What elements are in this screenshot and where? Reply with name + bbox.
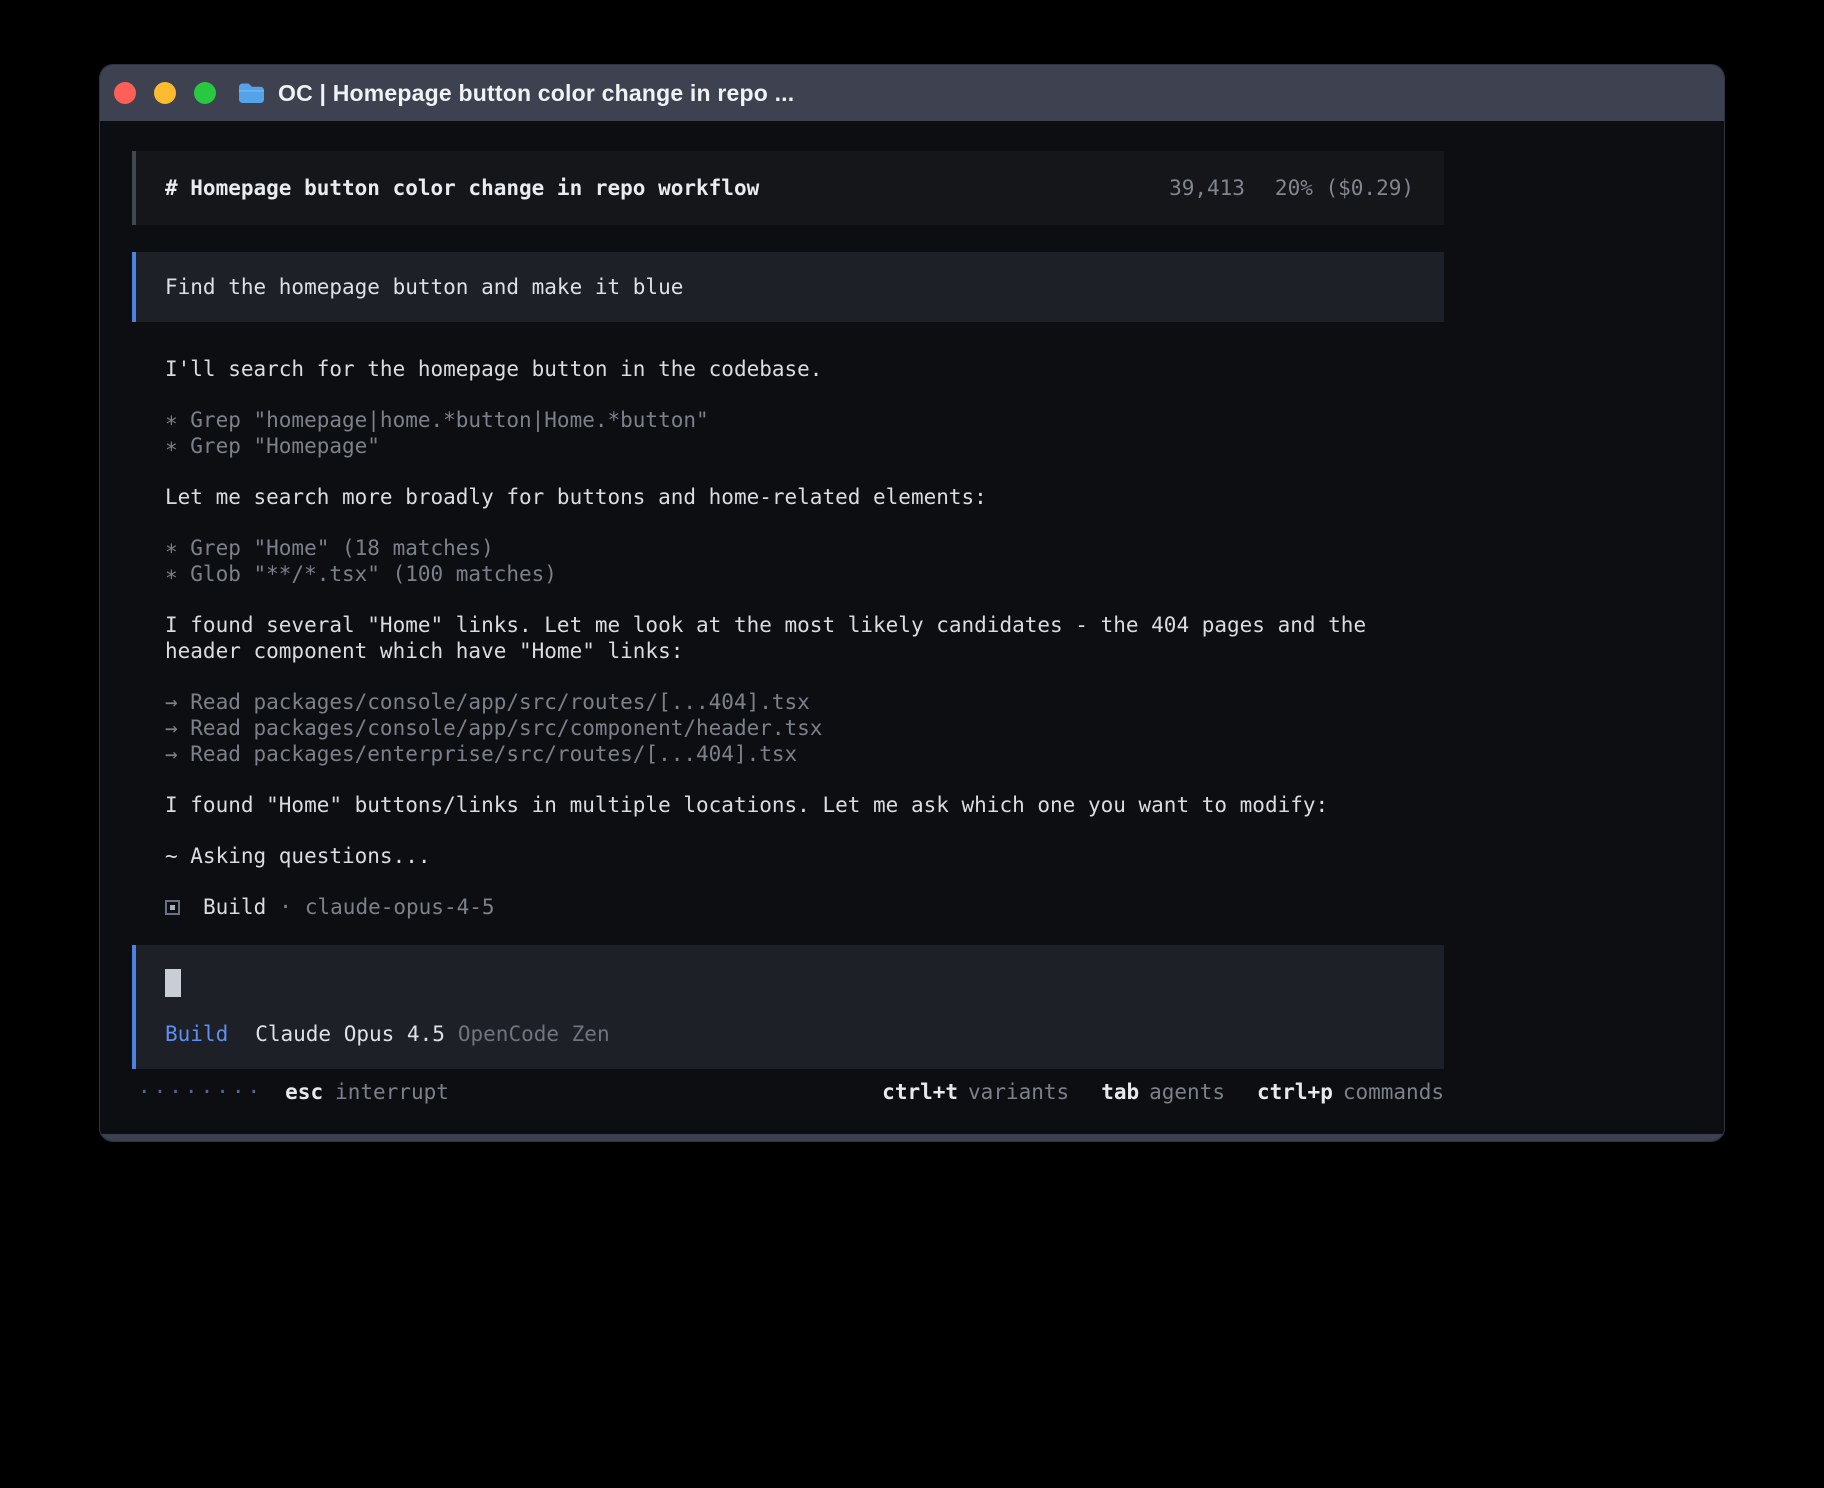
agent-status-line: Build · claude-opus-4-5 bbox=[165, 894, 1444, 920]
tool-call-read: → Read packages/console/app/src/routes/[… bbox=[165, 689, 1444, 715]
token-count: 39,413 bbox=[1169, 175, 1245, 201]
tool-call-group: ∗ Grep "homepage|home.*button|Home.*butt… bbox=[165, 407, 1444, 459]
folder-icon bbox=[238, 82, 265, 104]
tool-call-grep: ∗ Grep "Home" (18 matches) bbox=[165, 535, 1444, 561]
assistant-text: I found several "Home" links. Let me loo… bbox=[165, 612, 1405, 664]
esc-key-label: interrupt bbox=[335, 1079, 449, 1105]
spinner-dots-icon: ········ bbox=[138, 1079, 263, 1105]
user-message: Find the homepage button and make it blu… bbox=[132, 252, 1444, 322]
editor-model: Claude Opus 4.5 bbox=[255, 1021, 445, 1047]
window-titlebar[interactable]: OC | Homepage button color change in rep… bbox=[100, 65, 1724, 121]
tool-call-read: → Read packages/console/app/src/componen… bbox=[165, 715, 1444, 741]
context-usage: 20% ($0.29) bbox=[1275, 175, 1414, 201]
keybind-variants: ctrl+tvariants bbox=[882, 1079, 1069, 1105]
window-controls bbox=[114, 82, 216, 104]
keybind-commands: ctrl+pcommands bbox=[1257, 1079, 1444, 1105]
status-right: ctrl+tvariants tabagents ctrl+pcommands bbox=[882, 1079, 1444, 1105]
assistant-status-text: ~ Asking questions... bbox=[165, 843, 1405, 869]
session-meta: 39,413 20% ($0.29) bbox=[1169, 175, 1414, 201]
editor-provider: OpenCode Zen bbox=[458, 1021, 610, 1047]
esc-key-hint: esc bbox=[285, 1079, 323, 1105]
tool-call-grep: ∗ Grep "Homepage" bbox=[165, 433, 1444, 459]
tool-call-group: ∗ Grep "Home" (18 matches) ∗ Glob "**/*.… bbox=[165, 535, 1444, 587]
assistant-text: I'll search for the homepage button in t… bbox=[165, 356, 1405, 382]
window-title: OC | Homepage button color change in rep… bbox=[278, 80, 794, 107]
prompt-editor[interactable]: Build Claude Opus 4.5 OpenCode Zen bbox=[132, 945, 1444, 1069]
dot-separator: · bbox=[279, 894, 292, 920]
session-header: # Homepage button color change in repo w… bbox=[132, 151, 1444, 225]
assistant-text: Let me search more broadly for buttons a… bbox=[165, 484, 1405, 510]
close-button[interactable] bbox=[114, 82, 136, 104]
assistant-transcript: I'll search for the homepage button in t… bbox=[132, 356, 1444, 920]
status-left: ········ esc interrupt bbox=[138, 1079, 449, 1105]
keybind-agents: tabagents bbox=[1101, 1079, 1225, 1105]
tool-call-grep: ∗ Grep "homepage|home.*button|Home.*butt… bbox=[165, 407, 1444, 433]
agent-model: claude-opus-4-5 bbox=[305, 894, 495, 920]
build-agent-icon bbox=[165, 900, 180, 915]
zoom-button[interactable] bbox=[194, 82, 216, 104]
tui-content: # Homepage button color change in repo w… bbox=[132, 151, 1444, 1105]
editor-mode: Build bbox=[165, 1021, 228, 1047]
tool-call-glob: ∗ Glob "**/*.tsx" (100 matches) bbox=[165, 561, 1444, 587]
text-cursor bbox=[165, 969, 181, 997]
assistant-text: I found "Home" buttons/links in multiple… bbox=[165, 792, 1405, 818]
session-title: # Homepage button color change in repo w… bbox=[165, 175, 759, 201]
terminal-window: OC | Homepage button color change in rep… bbox=[99, 64, 1725, 1142]
editor-meta: Build Claude Opus 4.5 OpenCode Zen bbox=[165, 1021, 1414, 1047]
agent-name: Build bbox=[203, 894, 266, 920]
tool-call-group: → Read packages/console/app/src/routes/[… bbox=[165, 689, 1444, 767]
minimize-button[interactable] bbox=[154, 82, 176, 104]
user-message-text: Find the homepage button and make it blu… bbox=[165, 275, 683, 299]
tool-call-read: → Read packages/enterprise/src/routes/[.… bbox=[165, 741, 1444, 767]
status-bar: ········ esc interrupt ctrl+tvariants ta… bbox=[132, 1079, 1444, 1105]
